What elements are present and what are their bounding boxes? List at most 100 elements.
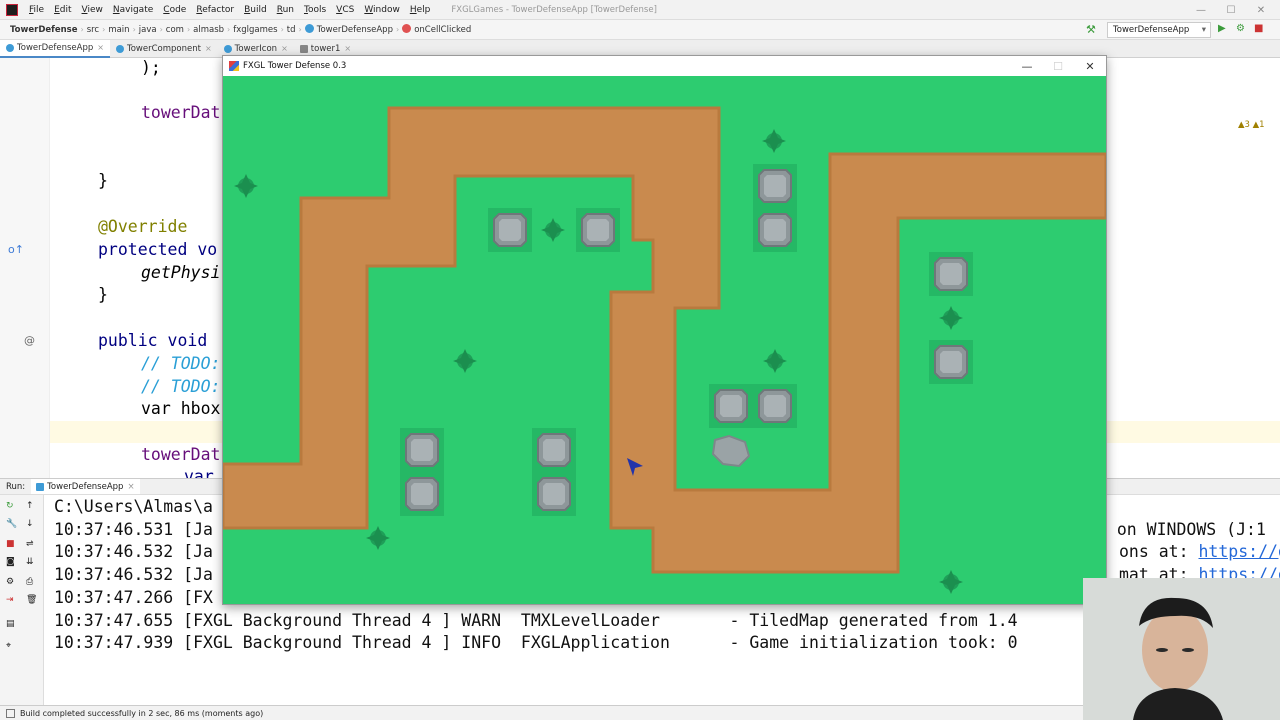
layout-icon[interactable]: ▤ (6, 619, 15, 629)
camera-icon[interactable]: ◙ (6, 557, 15, 567)
close-tab-icon[interactable]: × (344, 44, 351, 53)
menu-edit[interactable]: Edit (49, 5, 76, 15)
fxgl-app-icon (229, 61, 239, 71)
presenter-image (1083, 578, 1280, 720)
build-hammer-icon[interactable]: ⚒ (1086, 23, 1096, 36)
breadcrumb-fxglgames[interactable]: fxglgames (230, 25, 280, 35)
breadcrumb-almasb[interactable]: almasb (190, 25, 227, 35)
print-icon[interactable]: ⎙ (26, 577, 33, 587)
breadcrumb-method[interactable]: onCellClicked (399, 24, 474, 35)
maximize-icon[interactable]: ☐ (1216, 0, 1246, 20)
game-window[interactable]: FXGL Tower Defense 0.3 — ☐ ✕ (222, 55, 1107, 605)
method-icon (402, 24, 412, 33)
annotation-marker-icon: @ (24, 334, 35, 347)
tower-slot[interactable] (752, 163, 798, 209)
class-icon (115, 44, 124, 53)
editor-gutter (0, 58, 50, 478)
exit-icon[interactable]: ⇥ (6, 595, 14, 605)
close-icon[interactable]: ✕ (1075, 56, 1105, 76)
tower-slot[interactable] (531, 471, 577, 517)
pin-icon[interactable]: ⌖ (6, 641, 11, 651)
trash-icon[interactable]: 🗑 (26, 595, 37, 605)
code-line: } (98, 171, 108, 190)
menu-help[interactable]: Help (405, 5, 436, 15)
close-icon[interactable]: ✕ (1246, 0, 1276, 20)
scroll-down-icon[interactable]: ↓ (26, 519, 34, 529)
class-icon (223, 44, 232, 53)
close-tab-icon[interactable]: × (127, 482, 134, 492)
run-icon[interactable]: ▶ (1218, 23, 1226, 34)
breadcrumb-main[interactable]: main (105, 25, 132, 35)
breadcrumb-class[interactable]: TowerDefenseApp (302, 24, 396, 35)
stop-icon[interactable]: ■ (6, 539, 15, 549)
rock-obstacle (711, 434, 751, 468)
scroll-up-icon[interactable]: ↑ (26, 501, 34, 511)
tower-slot[interactable] (531, 427, 577, 473)
code-line: } (98, 285, 108, 304)
soft-wrap-icon[interactable]: ⇌ (26, 539, 34, 549)
menu-run[interactable]: Run (272, 5, 299, 15)
breadcrumb-src[interactable]: src (84, 25, 102, 35)
game-window-title: FXGL Tower Defense 0.3 (243, 61, 347, 71)
menu-window[interactable]: Window (359, 5, 405, 15)
tower-slot[interactable] (575, 207, 621, 253)
rerun-icon[interactable]: ↻ (6, 501, 14, 511)
override-marker-icon[interactable]: o↑ (8, 243, 24, 256)
game-canvas[interactable] (223, 76, 1106, 604)
wrench-icon[interactable]: 🔧 (6, 519, 17, 529)
bush-decoration (234, 174, 258, 198)
minimize-icon[interactable]: — (1012, 56, 1042, 76)
tool-windows-icon[interactable] (6, 708, 15, 718)
menu-view[interactable]: View (77, 5, 108, 15)
debug-icon[interactable]: ⚙ (1236, 23, 1245, 34)
scroll-to-end-icon[interactable]: ⇊ (26, 557, 34, 567)
webcam-overlay (1083, 578, 1280, 720)
code-line: // TODO: (141, 354, 221, 373)
maximize-icon[interactable]: ☐ (1043, 56, 1073, 76)
bush-decoration (939, 306, 963, 330)
code-line: getPhysi (141, 263, 221, 282)
tower-slot[interactable] (708, 383, 754, 429)
run-configuration-select[interactable]: TowerDefenseApp ▾ (1107, 22, 1211, 38)
menu-file[interactable]: File (24, 5, 49, 15)
minimize-icon[interactable]: — (1186, 0, 1216, 20)
menu-navigate[interactable]: Navigate (108, 5, 158, 15)
settings-icon[interactable]: ⚙ (6, 577, 14, 587)
breadcrumb-project[interactable]: TowerDefense (0, 25, 80, 35)
menu-refactor[interactable]: Refactor (191, 5, 239, 15)
tower-slot[interactable] (928, 251, 974, 297)
breadcrumb-td[interactable]: td (284, 25, 299, 35)
tower-slot[interactable] (752, 207, 798, 253)
enemy-path (223, 106, 1106, 574)
console-line: 10:37:47.655 [FXGL Background Thread 4 ]… (54, 611, 1018, 630)
tower-slot[interactable] (752, 383, 798, 429)
console-line: 10:37:47.939 [FXGL Background Thread 4 ]… (54, 633, 1018, 652)
inspection-warnings-badge[interactable]: ▲3 ▲1 (1238, 120, 1265, 130)
breadcrumb-java[interactable]: java (136, 25, 160, 35)
bush-decoration (939, 570, 963, 594)
tower-slot[interactable] (399, 471, 445, 517)
tab-towerdefenseapp[interactable]: TowerDefenseApp × (0, 39, 110, 58)
close-tab-icon[interactable]: × (205, 44, 212, 53)
tab-towercomponent[interactable]: TowerComponent × (110, 40, 218, 58)
tower-slot[interactable] (487, 207, 533, 253)
menu-vcs[interactable]: VCS (331, 5, 359, 15)
tower-slot[interactable] (928, 339, 974, 385)
close-tab-icon[interactable]: × (97, 43, 104, 52)
code-line: ); (141, 58, 161, 77)
tower-slot[interactable] (399, 427, 445, 473)
breadcrumb-com[interactable]: com (163, 25, 187, 35)
tower-defense-map[interactable] (223, 76, 1106, 604)
console-link[interactable]: https://g (1198, 542, 1280, 561)
bush-decoration (366, 526, 390, 550)
stop-icon[interactable]: ■ (1254, 23, 1263, 34)
menu-build[interactable]: Build (239, 5, 272, 15)
close-tab-icon[interactable]: × (281, 44, 288, 53)
class-icon (304, 24, 314, 33)
status-message: Build completed successfully in 2 sec, 8… (20, 708, 264, 718)
menu-tools[interactable]: Tools (299, 5, 331, 15)
game-window-titlebar[interactable]: FXGL Tower Defense 0.3 — ☐ ✕ (223, 56, 1106, 76)
run-tab-towerdefenseapp[interactable]: TowerDefenseApp × (31, 479, 140, 494)
console-line-tail: ons at: https://g (1119, 542, 1280, 561)
menu-code[interactable]: Code (158, 5, 191, 15)
